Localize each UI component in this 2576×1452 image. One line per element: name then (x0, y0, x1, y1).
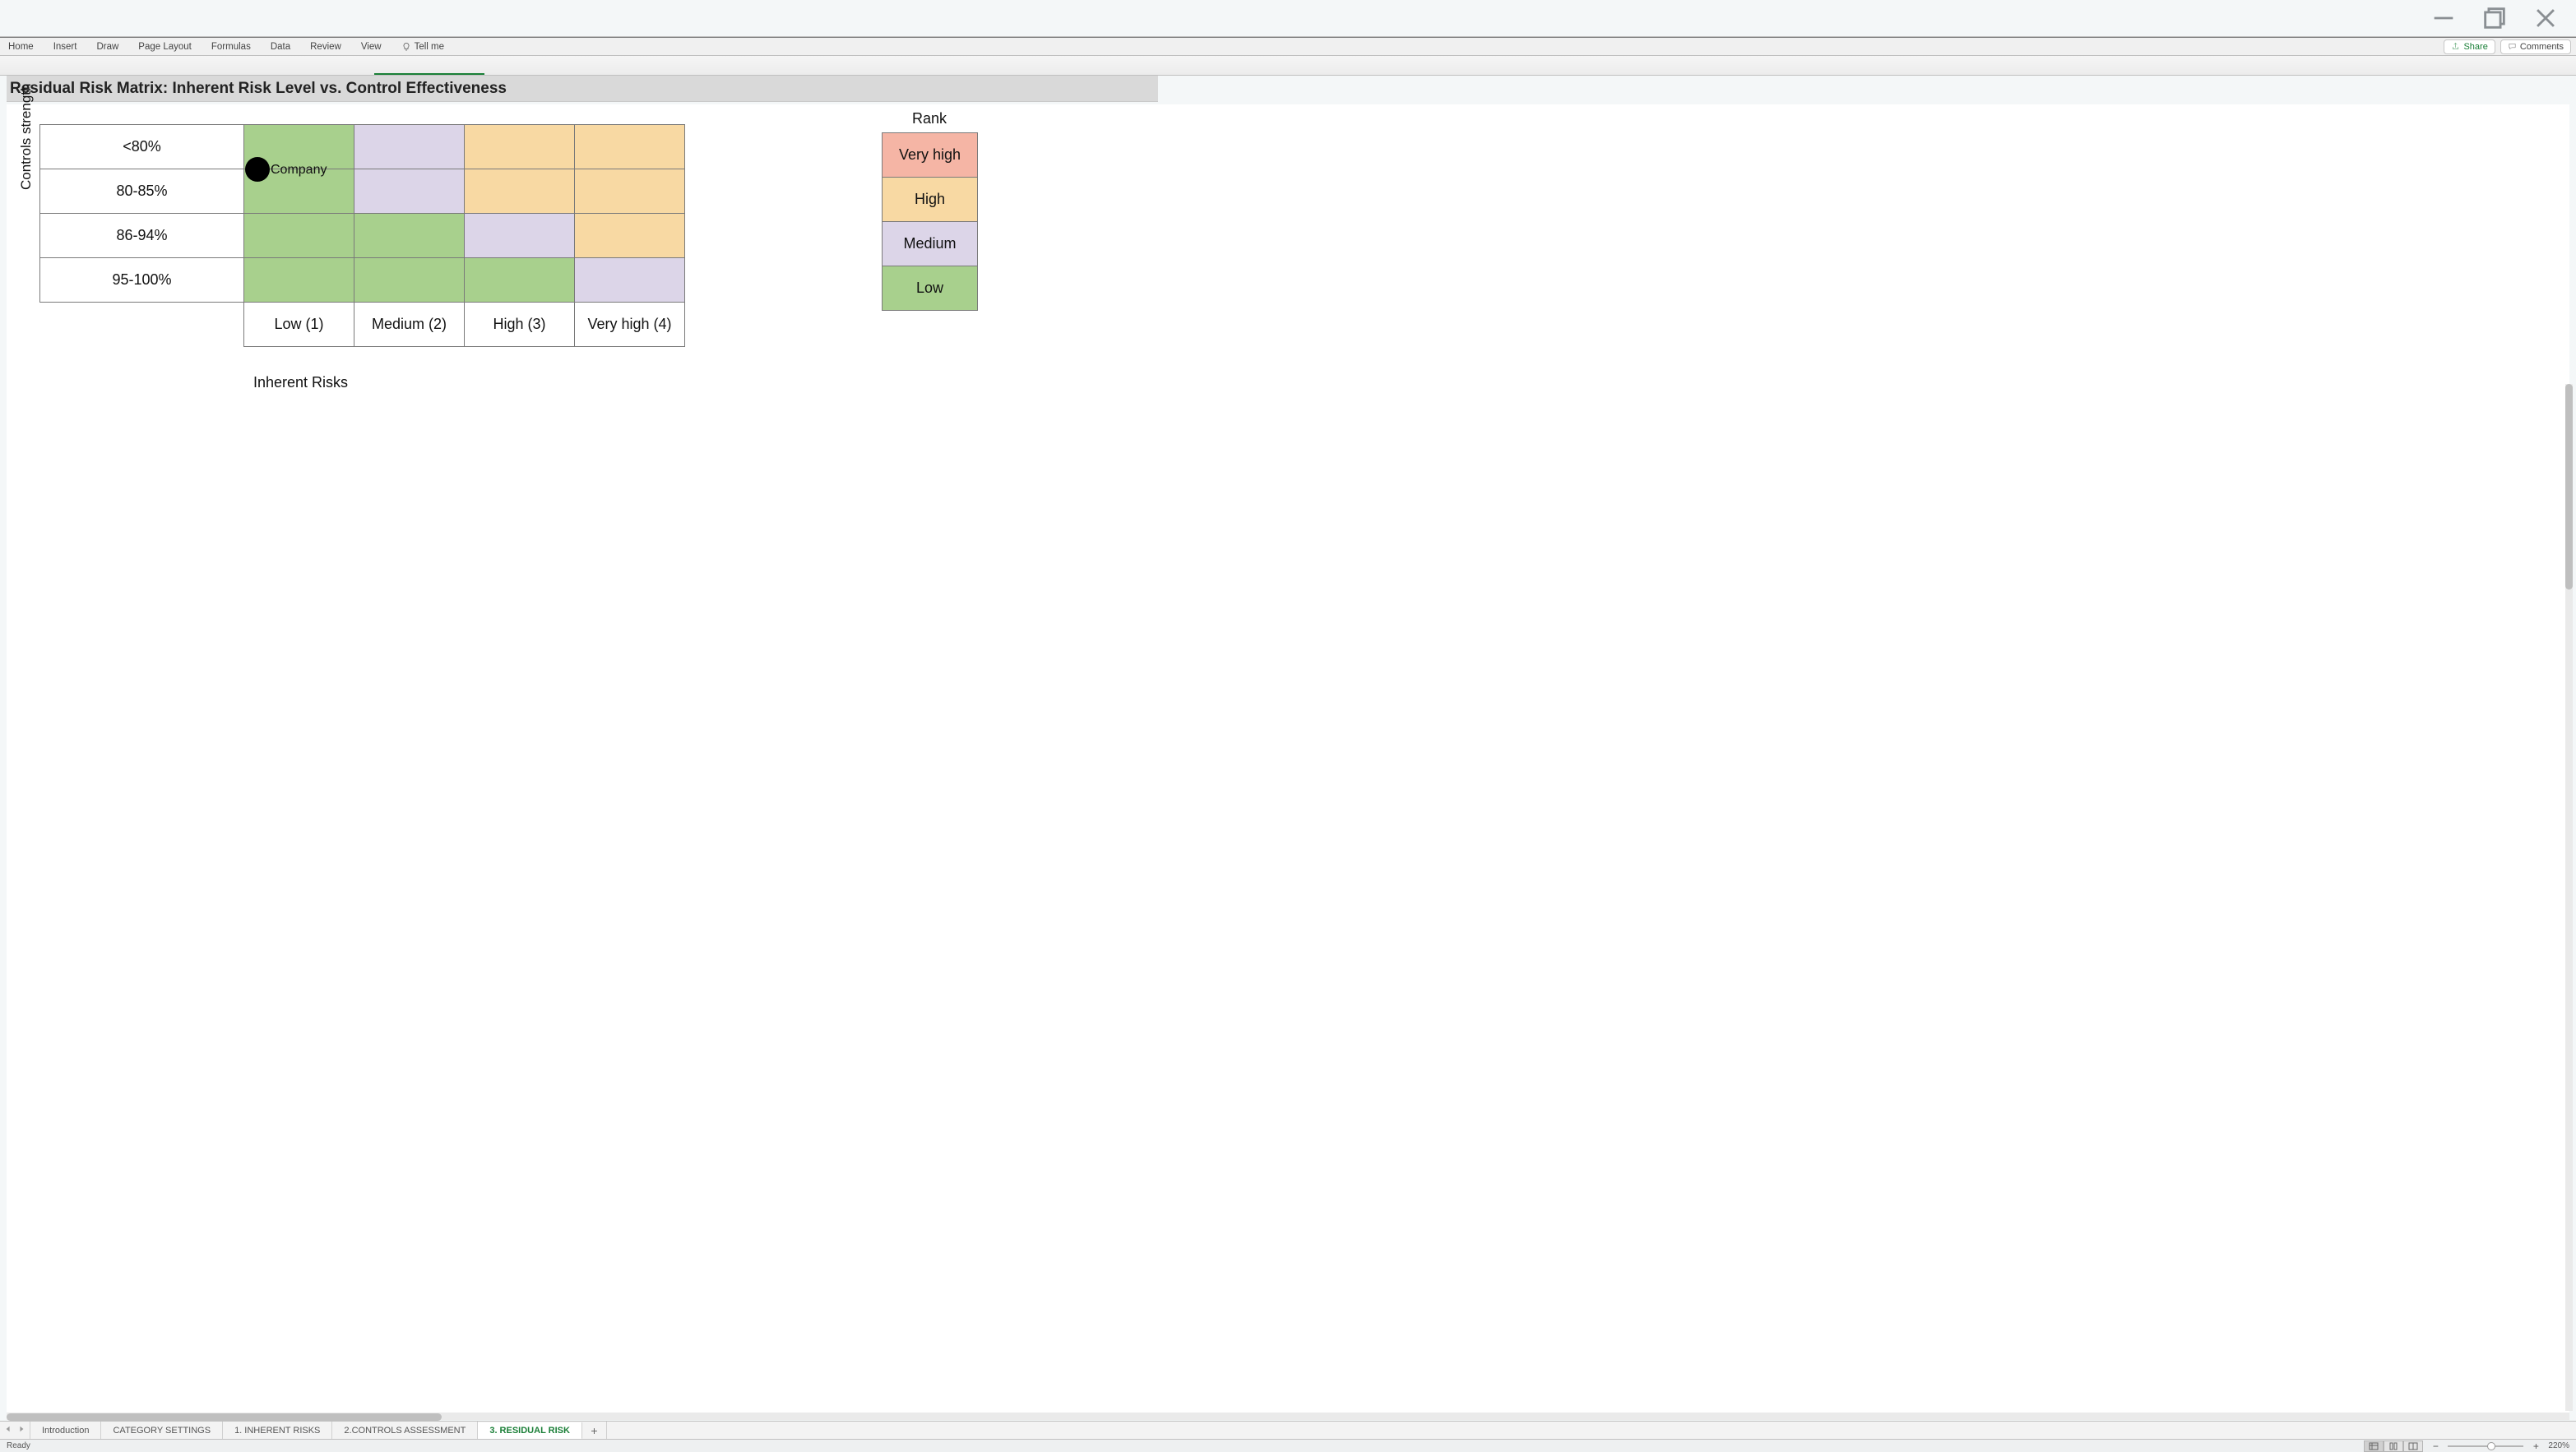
cell-3-3[interactable] (575, 258, 685, 303)
row-header-2: 86-94% (40, 214, 244, 258)
cell-1-1[interactable] (354, 169, 465, 214)
zoom-slider[interactable] (2448, 1445, 2523, 1447)
x-axis-label: Inherent Risks (253, 374, 348, 391)
share-button[interactable]: Share (2444, 39, 2495, 54)
sheet-tab-introduction[interactable]: Introduction (30, 1422, 101, 1439)
tell-me-search[interactable]: Tell me (401, 42, 444, 52)
rank-high: High (883, 178, 978, 222)
rank-legend: Rank Very high High Medium Low (882, 110, 978, 311)
row-header-3: 95-100% (40, 258, 244, 303)
share-label: Share (2463, 42, 2487, 52)
sheet-tab-bar: Introduction CATEGORY SETTINGS 1. INHERE… (0, 1421, 2576, 1439)
cell-2-1[interactable] (354, 214, 465, 258)
close-button[interactable] (2532, 4, 2560, 32)
vscroll-track[interactable] (2565, 384, 2573, 1411)
ribbon-tab-pagelayout[interactable]: Page Layout (138, 42, 192, 52)
cell-2-3[interactable] (575, 214, 685, 258)
ribbon-tab-review[interactable]: Review (310, 42, 341, 52)
zoom-out-button[interactable]: − (2431, 1440, 2439, 1452)
ribbon-tab-insert[interactable]: Insert (53, 42, 77, 52)
company-marker-label: Company (271, 163, 327, 178)
cell-3-0[interactable] (244, 258, 354, 303)
ribbon-tab-data[interactable]: Data (271, 42, 290, 52)
sheet-tab-category-settings[interactable]: CATEGORY SETTINGS (101, 1422, 223, 1439)
y-axis-label: Controls strength (18, 84, 35, 190)
hscroll-track[interactable] (7, 1413, 2569, 1420)
row-header-0: <80% (40, 125, 244, 169)
sheet-nav (0, 1422, 30, 1439)
sheet-next-button[interactable] (18, 1425, 25, 1436)
minimize-button[interactable] (2430, 4, 2458, 32)
rank-medium: Medium (883, 222, 978, 266)
tell-me-label: Tell me (415, 42, 444, 52)
corner-blank (40, 303, 244, 347)
comments-label: Comments (2520, 42, 2564, 52)
cell-1-3[interactable] (575, 169, 685, 214)
lightbulb-icon (401, 42, 411, 52)
company-marker[interactable] (245, 157, 270, 182)
comment-icon (2508, 42, 2517, 51)
view-pagebreak-button[interactable] (2403, 1440, 2423, 1452)
cell-2-2[interactable] (465, 214, 575, 258)
cell-2-0[interactable] (244, 214, 354, 258)
vscroll-thumb[interactable] (2565, 384, 2573, 590)
ribbon-tab-home[interactable]: Home (8, 42, 34, 52)
view-buttons (2364, 1440, 2423, 1452)
ribbon-tab-view[interactable]: View (361, 42, 382, 52)
cell-0-3[interactable] (575, 125, 685, 169)
cell-3-1[interactable] (354, 258, 465, 303)
active-tab-underline (374, 73, 484, 75)
status-bar: Ready − + 220% (0, 1439, 2576, 1452)
hscroll-thumb[interactable] (7, 1413, 442, 1421)
col-header-0: Low (1) (244, 303, 354, 347)
worksheet-canvas[interactable]: Controls strength <80% 80-85% 86-94% (7, 104, 2569, 1419)
row-header-1: 80-85% (40, 169, 244, 214)
maximize-button[interactable] (2481, 4, 2509, 32)
sheet-prev-button[interactable] (5, 1425, 12, 1436)
col-header-1: Medium (2) (354, 303, 465, 347)
sheet-tab-inherent-risks[interactable]: 1. INHERENT RISKS (223, 1422, 332, 1439)
risk-matrix: <80% 80-85% 86-94% 95-100% (39, 124, 685, 347)
view-normal-button[interactable] (2364, 1440, 2384, 1452)
view-pagelayout-button[interactable] (2384, 1440, 2403, 1452)
add-sheet-button[interactable]: + (582, 1422, 607, 1439)
ribbon-toolstrip (0, 56, 2576, 76)
zoom-in-button[interactable]: + (2532, 1440, 2540, 1452)
zoom-slider-thumb[interactable] (2487, 1442, 2495, 1450)
cell-0-1[interactable] (354, 125, 465, 169)
sheet-tab-residual-risk[interactable]: 3. RESIDUAL RISK (478, 1422, 582, 1440)
share-icon (2451, 42, 2460, 51)
status-ready: Ready (7, 1441, 30, 1450)
col-header-2: High (3) (465, 303, 575, 347)
cell-3-2[interactable] (465, 258, 575, 303)
cell-1-2[interactable] (465, 169, 575, 214)
cell-0-2[interactable] (465, 125, 575, 169)
ribbon-tab-draw[interactable]: Draw (96, 42, 118, 52)
rank-title: Rank (882, 110, 977, 127)
zoom-level[interactable]: 220% (2548, 1441, 2569, 1450)
rank-veryhigh: Very high (883, 133, 978, 178)
comments-button[interactable]: Comments (2500, 39, 2571, 54)
page-title: Residual Risk Matrix: Inherent Risk Leve… (7, 76, 1158, 102)
window-titlebar (0, 0, 2576, 37)
rank-low: Low (883, 266, 978, 311)
col-header-3: Very high (4) (575, 303, 685, 347)
ribbon-tab-formulas[interactable]: Formulas (211, 42, 251, 52)
ribbon: Home Insert Draw Page Layout Formulas Da… (0, 37, 2576, 56)
sheet-tab-controls-assessment[interactable]: 2.CONTROLS ASSESSMENT (332, 1422, 478, 1439)
